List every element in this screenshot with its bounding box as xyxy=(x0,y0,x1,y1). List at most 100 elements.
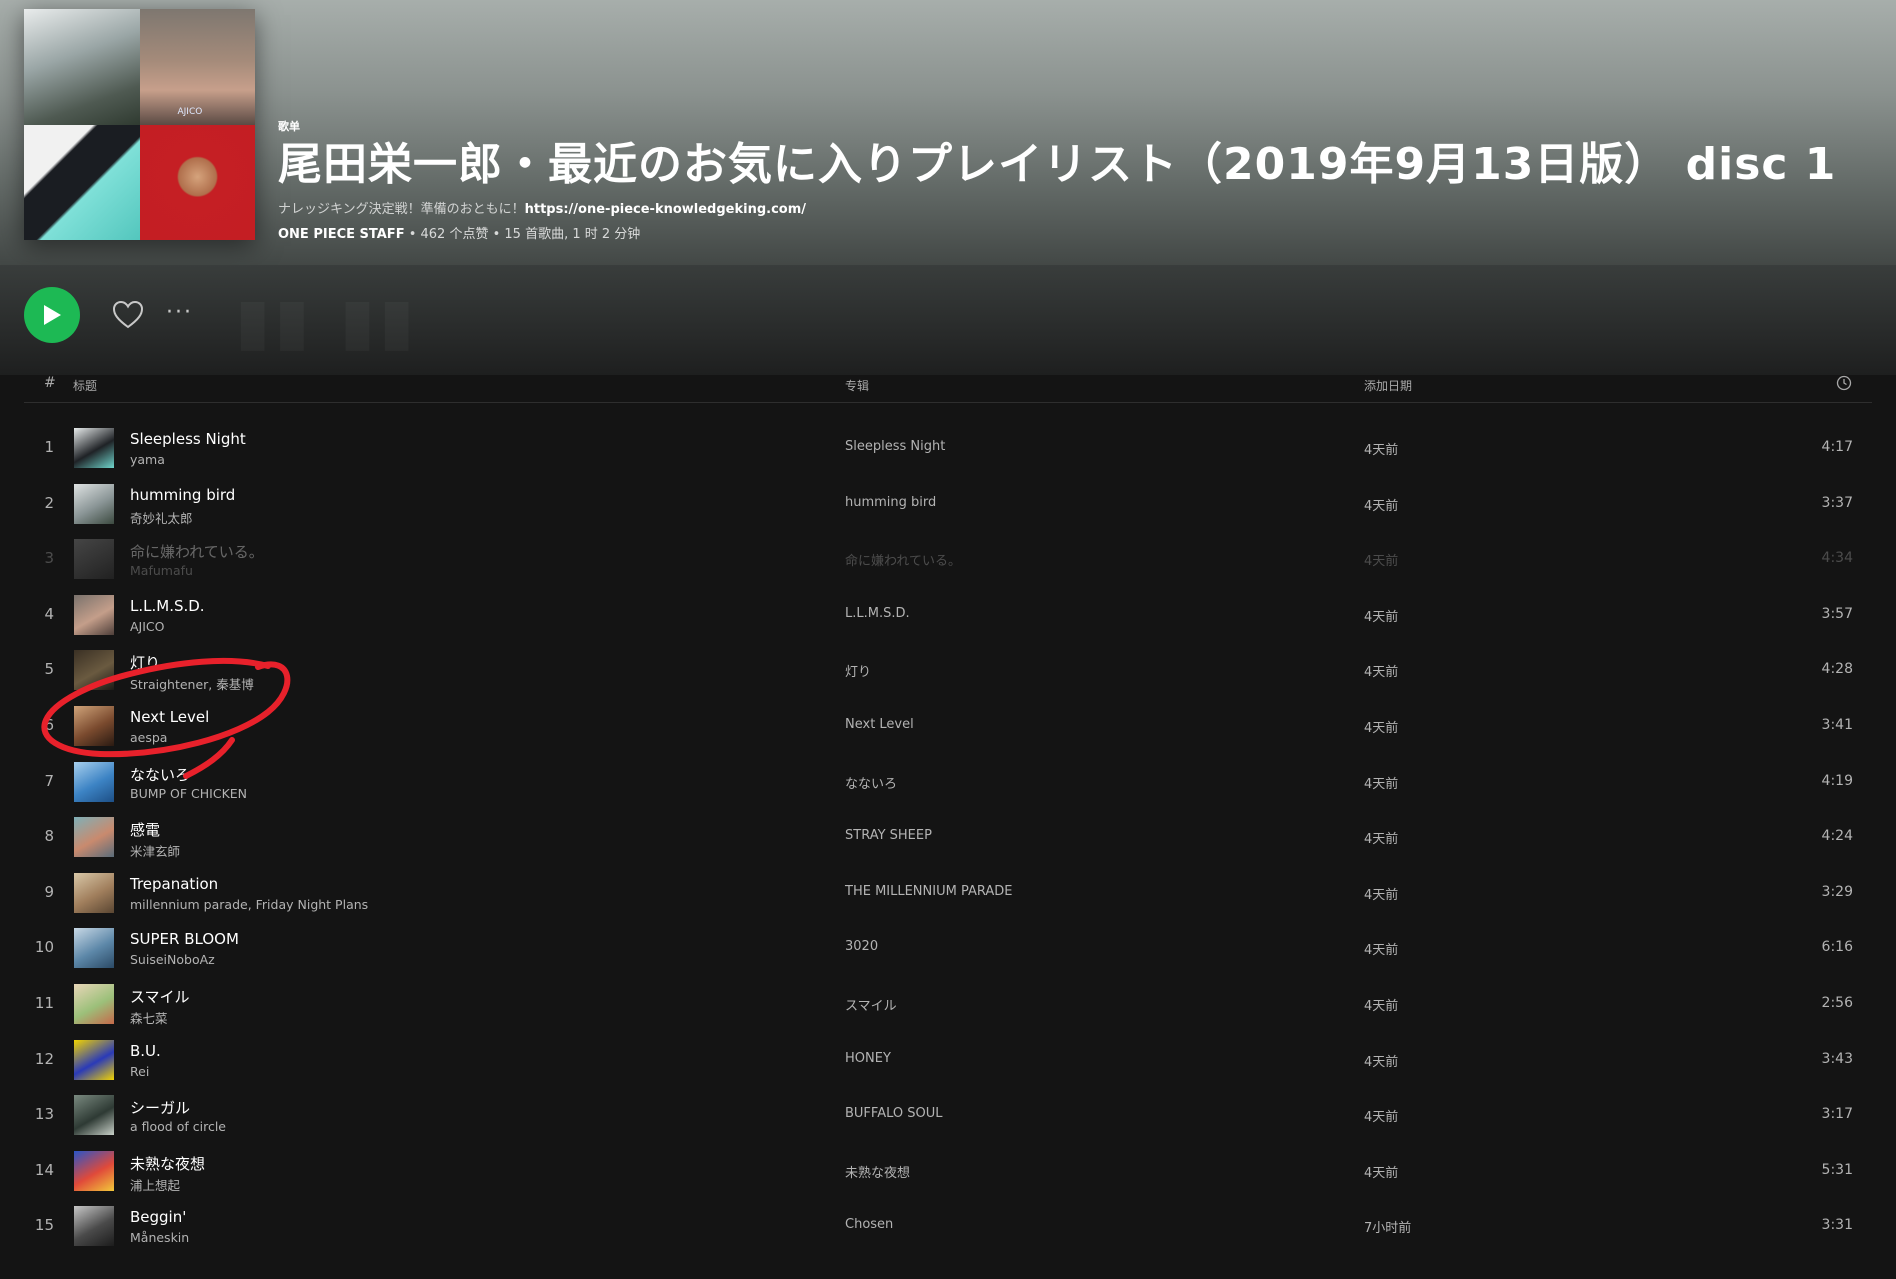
track-date-added: 4天前 xyxy=(1364,943,1399,959)
track-artist-link[interactable]: Måneskin xyxy=(130,1230,189,1245)
track-date-added: 4天前 xyxy=(1364,665,1399,681)
track-artist-link[interactable]: 浦上想起 xyxy=(130,1175,180,1194)
track-artist-link[interactable]: yama xyxy=(130,452,165,467)
track-artist-link[interactable]: Rei xyxy=(130,1064,149,1079)
track-duration: 3:57 xyxy=(1821,605,1853,622)
track-album-link[interactable]: STRAY SHEEP xyxy=(845,828,932,843)
track-number: 6 xyxy=(44,715,54,734)
column-duration[interactable] xyxy=(1836,375,1852,394)
playlist-owner-link[interactable]: ONE PIECE STAFF xyxy=(278,227,405,242)
track-album-link[interactable]: BUFFALO SOUL xyxy=(845,1106,942,1121)
track-date-added: 4天前 xyxy=(1364,887,1399,903)
track-album-link[interactable]: なないろ xyxy=(845,773,897,792)
track-row[interactable]: 14 未熟な夜想 浦上想起 未熟な夜想 4天前 5:31 xyxy=(0,1143,1896,1199)
track-date-added: 4天前 xyxy=(1364,832,1399,848)
playlist-header: AJICO 歌单 尾田栄一郎・最近のお気に入りプレイリスト（2019年9月13日… xyxy=(0,0,1896,265)
track-title[interactable]: Trepanation xyxy=(130,875,218,893)
track-album-link[interactable]: 命に嫌われている。 xyxy=(845,550,961,569)
track-artist-link[interactable]: SuiseiNoboAz xyxy=(130,952,215,967)
track-cover xyxy=(74,872,114,913)
track-album-link[interactable]: 灯り xyxy=(845,661,871,680)
playlist-stats: • 462 个点赞 • 15 首歌曲, 1 时 2 分钟 xyxy=(404,227,641,242)
track-row[interactable]: 3 命に嫌われている。 Mafumafu 命に嫌われている。 4天前 4:34 xyxy=(0,531,1896,587)
cover-tile-label: AJICO xyxy=(177,106,203,117)
track-cover xyxy=(74,1150,114,1191)
track-duration: 3:31 xyxy=(1821,1217,1853,1234)
playlist-meta: ONE PIECE STAFF • 462 个点赞 • 15 首歌曲, 1 时 … xyxy=(278,223,640,242)
track-artist-link[interactable]: Straightener, 秦基博 xyxy=(130,674,254,693)
track-title[interactable]: L.L.M.S.D. xyxy=(130,597,205,615)
track-row[interactable]: 8 感電 米津玄師 STRAY SHEEP 4天前 4:24 xyxy=(0,809,1896,865)
track-row[interactable]: 11 スマイル 森七菜 スマイル 4天前 2:56 xyxy=(0,976,1896,1032)
track-row[interactable]: 4 L.L.M.S.D. AJICO L.L.M.S.D. 4天前 3:57 xyxy=(0,587,1896,643)
column-album[interactable]: 专辑 xyxy=(845,377,869,394)
track-album-link[interactable]: Next Level xyxy=(845,717,914,732)
column-title[interactable]: 标题 xyxy=(73,377,97,394)
track-row[interactable]: 9 Trepanation millennium parade, Friday Ni… xyxy=(0,865,1896,921)
cover-tile-1 xyxy=(24,9,140,125)
track-title[interactable]: humming bird xyxy=(130,486,235,504)
track-title[interactable]: Beggin' xyxy=(130,1208,186,1226)
like-button[interactable] xyxy=(111,298,145,332)
track-album-link[interactable]: 未熟な夜想 xyxy=(845,1162,910,1181)
track-album-link[interactable]: スマイル xyxy=(845,995,897,1014)
track-duration: 6:16 xyxy=(1821,939,1853,956)
track-title[interactable]: Next Level xyxy=(130,708,209,726)
column-date-added[interactable]: 添加日期 xyxy=(1364,377,1412,394)
track-duration: 3:43 xyxy=(1821,1050,1853,1067)
track-table-header: # 标题 专辑 添加日期 xyxy=(0,375,1896,403)
track-title[interactable]: 未熟な夜想 xyxy=(130,1153,205,1174)
track-duration: 4:28 xyxy=(1821,661,1853,678)
track-row[interactable]: 7 なないろ BUMP OF CHICKEN なないろ 4天前 4:19 xyxy=(0,754,1896,810)
track-artist-link[interactable]: aespa xyxy=(130,730,167,745)
track-album-link[interactable]: 3020 xyxy=(845,939,878,954)
track-artist-link[interactable]: BUMP OF CHICKEN xyxy=(130,786,247,801)
track-duration: 4:24 xyxy=(1821,828,1853,845)
track-duration: 4:17 xyxy=(1821,439,1853,455)
description-link[interactable]: https://one-piece-knowledgeking.com/ xyxy=(525,202,806,217)
play-button[interactable] xyxy=(24,287,80,343)
more-options-button[interactable]: ··· xyxy=(166,298,200,332)
track-album-link[interactable]: humming bird xyxy=(845,495,936,510)
track-row[interactable]: 1 Sleepless Night yama Sleepless Night 4天前 4:… xyxy=(0,420,1896,476)
track-date-added: 4天前 xyxy=(1364,1165,1399,1181)
track-number: 15 xyxy=(34,1216,54,1235)
track-album-link[interactable]: Sleepless Night xyxy=(845,439,945,454)
track-title[interactable]: Sleepless Night xyxy=(130,430,246,448)
track-row[interactable]: 2 humming bird 奇妙礼太郎 humming bird 4天前 3:37 xyxy=(0,476,1896,532)
track-row[interactable]: 12 B.U. Rei HONEY 4天前 3:43 xyxy=(0,1032,1896,1088)
track-row[interactable]: 15 Beggin' Måneskin Chosen 7小时前 3:31 xyxy=(0,1198,1896,1254)
track-title[interactable]: SUPER BLOOM xyxy=(130,930,239,948)
track-artist-link[interactable]: AJICO xyxy=(130,619,165,634)
track-row[interactable]: 10 SUPER BLOOM SuiseiNoboAz 3020 4天前 6:16 xyxy=(0,920,1896,976)
track-number: 14 xyxy=(34,1160,54,1179)
header-divider xyxy=(24,402,1872,403)
track-artist-link[interactable]: millennium parade, Friday Night Plans xyxy=(130,897,368,912)
track-artist-link[interactable]: 奇妙礼太郎 xyxy=(130,508,193,527)
track-album-link[interactable]: Chosen xyxy=(845,1217,893,1232)
track-number: 7 xyxy=(44,771,54,790)
track-artist-link[interactable]: 米津玄師 xyxy=(130,841,180,860)
description-text: ナレッジキング決定戦！準備のおともに！ xyxy=(278,202,525,217)
track-number: 3 xyxy=(44,549,54,568)
track-album-link[interactable]: HONEY xyxy=(845,1051,891,1066)
track-album-link[interactable]: L.L.M.S.D. xyxy=(845,606,910,621)
action-bar: ▮▮ ▮▮ ··· xyxy=(0,265,1896,375)
track-artist-link[interactable]: Mafumafu xyxy=(130,563,193,578)
track-cover xyxy=(74,817,114,858)
track-row[interactable]: 5 灯り Straightener, 秦基博 灯り 4天前 4:28 xyxy=(0,642,1896,698)
track-cover xyxy=(74,1206,114,1247)
track-artist-link[interactable]: 森七菜 xyxy=(130,1008,168,1027)
track-title[interactable]: B.U. xyxy=(130,1042,161,1060)
track-row[interactable]: 6 Next Level aespa Next Level 4天前 3:41 xyxy=(0,698,1896,754)
track-artist-link[interactable]: a flood of circle xyxy=(130,1119,226,1134)
track-title[interactable]: 感電 xyxy=(130,819,160,840)
track-cover xyxy=(74,483,114,524)
track-title[interactable]: 灯り xyxy=(130,652,160,673)
track-title[interactable]: シーガル xyxy=(130,1097,190,1118)
track-title[interactable]: 命に嫌われている。 xyxy=(130,541,264,562)
track-row[interactable]: 13 シーガル a flood of circle BUFFALO SOUL 4天前 3:… xyxy=(0,1087,1896,1143)
track-title[interactable]: スマイル xyxy=(130,986,190,1007)
track-title[interactable]: なないろ xyxy=(130,764,190,785)
track-album-link[interactable]: THE MILLENNIUM PARADE xyxy=(845,884,1012,899)
